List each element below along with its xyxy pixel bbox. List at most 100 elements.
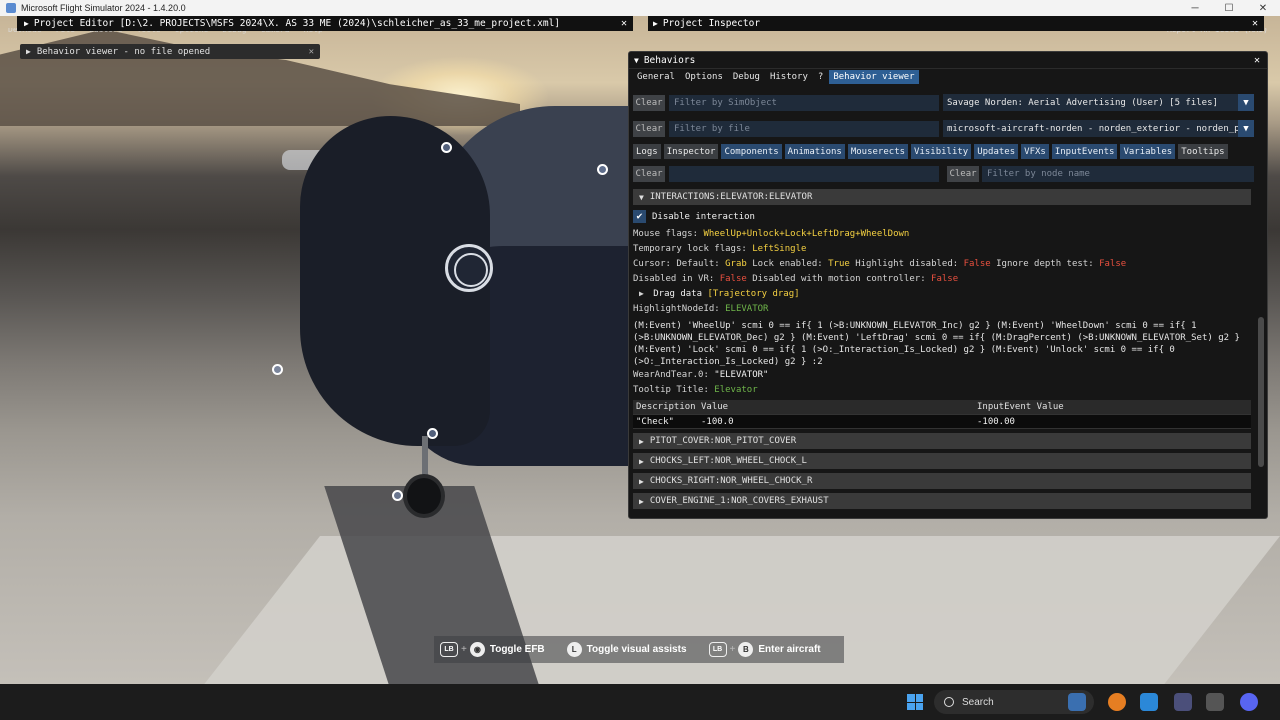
hint-enter-aircraft[interactable]: LB + B Enter aircraft: [708, 642, 821, 657]
tab-updates[interactable]: Updates: [974, 144, 1019, 159]
translate-icon[interactable]: [1140, 693, 1158, 711]
tab-tooltips[interactable]: Tooltips: [1178, 144, 1228, 159]
left-filter-input[interactable]: [669, 166, 939, 182]
interaction-node-icon[interactable]: [427, 428, 438, 439]
simobject-filter-input[interactable]: Filter by SimObject: [669, 94, 939, 111]
clear-simobject-button[interactable]: Clear: [633, 94, 665, 111]
menu-options[interactable]: Options: [681, 70, 727, 84]
cell-inputevent-value: -100.00: [977, 416, 1015, 427]
clear-left-button[interactable]: Clear: [633, 166, 665, 182]
window-title: Microsoft Flight Simulator 2024 - 1.4.20…: [21, 3, 186, 13]
file-select[interactable]: microsoft-aircraft-norden - norden_exter…: [943, 120, 1254, 137]
expand-triangle-icon[interactable]: ▶: [639, 437, 644, 446]
behavior-tabs: Logs Inspector Components Animations Mou…: [633, 144, 1228, 159]
mouse-flags-row: Mouse flags: WheelUp+Unlock+Lock+LeftDra…: [633, 229, 909, 239]
tab-mouserects[interactable]: Mouserects: [847, 144, 909, 159]
expand-triangle-icon[interactable]: ▶: [639, 289, 644, 298]
windows-start-icon[interactable]: [907, 694, 923, 710]
interaction-node-icon[interactable]: [441, 142, 452, 153]
section-title: INTERACTIONS:ELEVATOR:ELEVATOR: [649, 192, 813, 202]
menu-behavior-viewer[interactable]: Behavior viewer: [829, 70, 919, 84]
menu-general[interactable]: General: [633, 70, 679, 84]
expand-triangle-icon[interactable]: ▶: [24, 19, 29, 28]
hint-toggle-efb[interactable]: LB + ◉ Toggle EFB: [440, 642, 545, 657]
project-editor-bar[interactable]: ▶ Project Editor [D:\2. PROJECTS\MSFS 20…: [17, 16, 633, 31]
expand-triangle-icon[interactable]: ▶: [639, 457, 644, 466]
blender-icon[interactable]: [1108, 693, 1126, 711]
behavior-viewer-bar[interactable]: ▶ Behavior viewer - no file opened ✕: [20, 44, 320, 59]
close-icon[interactable]: ✕: [1254, 55, 1260, 66]
app-icon: [6, 3, 16, 13]
tab-animations[interactable]: Animations: [784, 144, 845, 159]
close-icon[interactable]: ✕: [621, 18, 627, 29]
mouse-flags-value: WheelUp+Unlock+Lock+LeftDrag+WheelDown: [703, 229, 910, 239]
section-title: PITOT_COVER:NOR_PITOT_COVER: [649, 436, 797, 446]
project-editor-title: Project Editor [D:\2. PROJECTS\MSFS 2024…: [33, 18, 561, 29]
close-icon[interactable]: ✕: [309, 47, 314, 57]
minimize-button[interactable]: ─: [1178, 3, 1212, 14]
node-filter-row: Clear Clear Filter by node name: [633, 166, 1254, 182]
highlight-disabled-value: False: [963, 259, 991, 269]
behaviors-titlebar[interactable]: ▼ Behaviors ✕: [629, 52, 1267, 69]
behavior-viewer-label: Behavior viewer - no file opened: [36, 46, 211, 57]
dropdown-arrow-icon[interactable]: ▼: [1238, 120, 1254, 137]
drag-data-row[interactable]: ▶ Drag data [Trajectory drag]: [639, 289, 800, 299]
table-row: "Check" -100.0 -100.00: [633, 414, 1251, 429]
toggle-efb-label: Toggle EFB: [489, 644, 545, 655]
dropdown-arrow-icon[interactable]: ▼: [1238, 94, 1254, 111]
disabled-vr-label: Disabled in VR:: [633, 274, 715, 284]
section-interactions-elevator[interactable]: ▼ INTERACTIONS:ELEVATOR:ELEVATOR: [633, 189, 1251, 205]
maximize-button[interactable]: ☐: [1212, 3, 1246, 14]
discord-icon[interactable]: [1240, 693, 1258, 711]
node-filter-input[interactable]: Filter by node name: [982, 166, 1254, 182]
section-chocks-left[interactable]: ▶ CHOCKS_LEFT:NOR_WHEEL_CHOCK_L: [633, 453, 1251, 469]
tab-inspector[interactable]: Inspector: [663, 144, 719, 159]
terminal-icon[interactable]: [1206, 693, 1224, 711]
interaction-node-icon[interactable]: [272, 364, 283, 375]
close-icon[interactable]: ✕: [1252, 18, 1258, 29]
interaction-node-icon[interactable]: [392, 490, 403, 501]
section-pitot-cover[interactable]: ▶ PITOT_COVER:NOR_PITOT_COVER: [633, 433, 1251, 449]
disabled-motion-label: Disabled with motion controller:: [752, 274, 926, 284]
highlight-disabled-label: Highlight disabled:: [855, 259, 959, 269]
b-button-icon: B: [738, 642, 754, 657]
tab-vfxs[interactable]: VFXs: [1021, 144, 1049, 159]
tab-logs[interactable]: Logs: [633, 144, 661, 159]
clear-node-button[interactable]: Clear: [947, 166, 979, 182]
expand-triangle-icon[interactable]: ▶: [639, 497, 644, 506]
collapse-triangle-icon[interactable]: ▼: [634, 56, 639, 65]
simobject-select[interactable]: Savage Norden: Aerial Advertising (User)…: [943, 94, 1254, 111]
menu-help[interactable]: ?: [814, 70, 827, 84]
close-window-button[interactable]: ✕: [1246, 3, 1280, 14]
clear-file-button[interactable]: Clear: [633, 120, 665, 137]
menu-history[interactable]: History: [766, 70, 812, 84]
hint-toggle-visual-assists[interactable]: L Toggle visual assists: [566, 642, 687, 657]
checkmark-icon[interactable]: ✔: [633, 210, 646, 223]
tab-inputevents[interactable]: InputEvents: [1051, 144, 1118, 159]
project-inspector-bar[interactable]: ▶ Project Inspector ✕: [648, 16, 1264, 31]
section-cover-engine[interactable]: ▶ COVER_ENGINE_1:NOR_COVERS_EXHAUST: [633, 493, 1251, 509]
lock-enabled-value: True: [828, 259, 850, 269]
tab-variables[interactable]: Variables: [1120, 144, 1176, 159]
expand-triangle-icon[interactable]: ▶: [26, 47, 31, 56]
menu-debug[interactable]: Debug: [729, 70, 764, 84]
expand-triangle-icon[interactable]: ▶: [639, 477, 644, 486]
temp-lock-row: Temporary lock flags: LeftSingle: [633, 244, 806, 254]
plus-icon: +: [461, 644, 467, 655]
tab-components[interactable]: Components: [721, 144, 782, 159]
section-chocks-right[interactable]: ▶ CHOCKS_RIGHT:NOR_WHEEL_CHOCK_R: [633, 473, 1251, 489]
lock-enabled-label: Lock enabled:: [752, 259, 823, 269]
expand-triangle-icon[interactable]: ▶: [653, 19, 658, 28]
section-title: CHOCKS_LEFT:NOR_WHEEL_CHOCK_L: [649, 456, 807, 466]
ignore-depth-value: False: [1099, 259, 1127, 269]
simobject-filter-row: Clear Filter by SimObject Savage Norden:…: [633, 94, 1254, 111]
flight-simulator-icon[interactable]: [1174, 693, 1192, 711]
disable-interaction-row[interactable]: ✔ Disable interaction: [633, 210, 755, 223]
file-filter-input[interactable]: Filter by file: [669, 120, 939, 137]
tab-visibility[interactable]: Visibility: [911, 144, 972, 159]
panel-scrollbar[interactable]: [1258, 317, 1264, 467]
interaction-node-icon[interactable]: [597, 164, 608, 175]
widget-icon[interactable]: [1068, 693, 1086, 711]
collapse-triangle-icon[interactable]: ▼: [639, 193, 644, 202]
efb-icon: ◉: [469, 642, 485, 657]
